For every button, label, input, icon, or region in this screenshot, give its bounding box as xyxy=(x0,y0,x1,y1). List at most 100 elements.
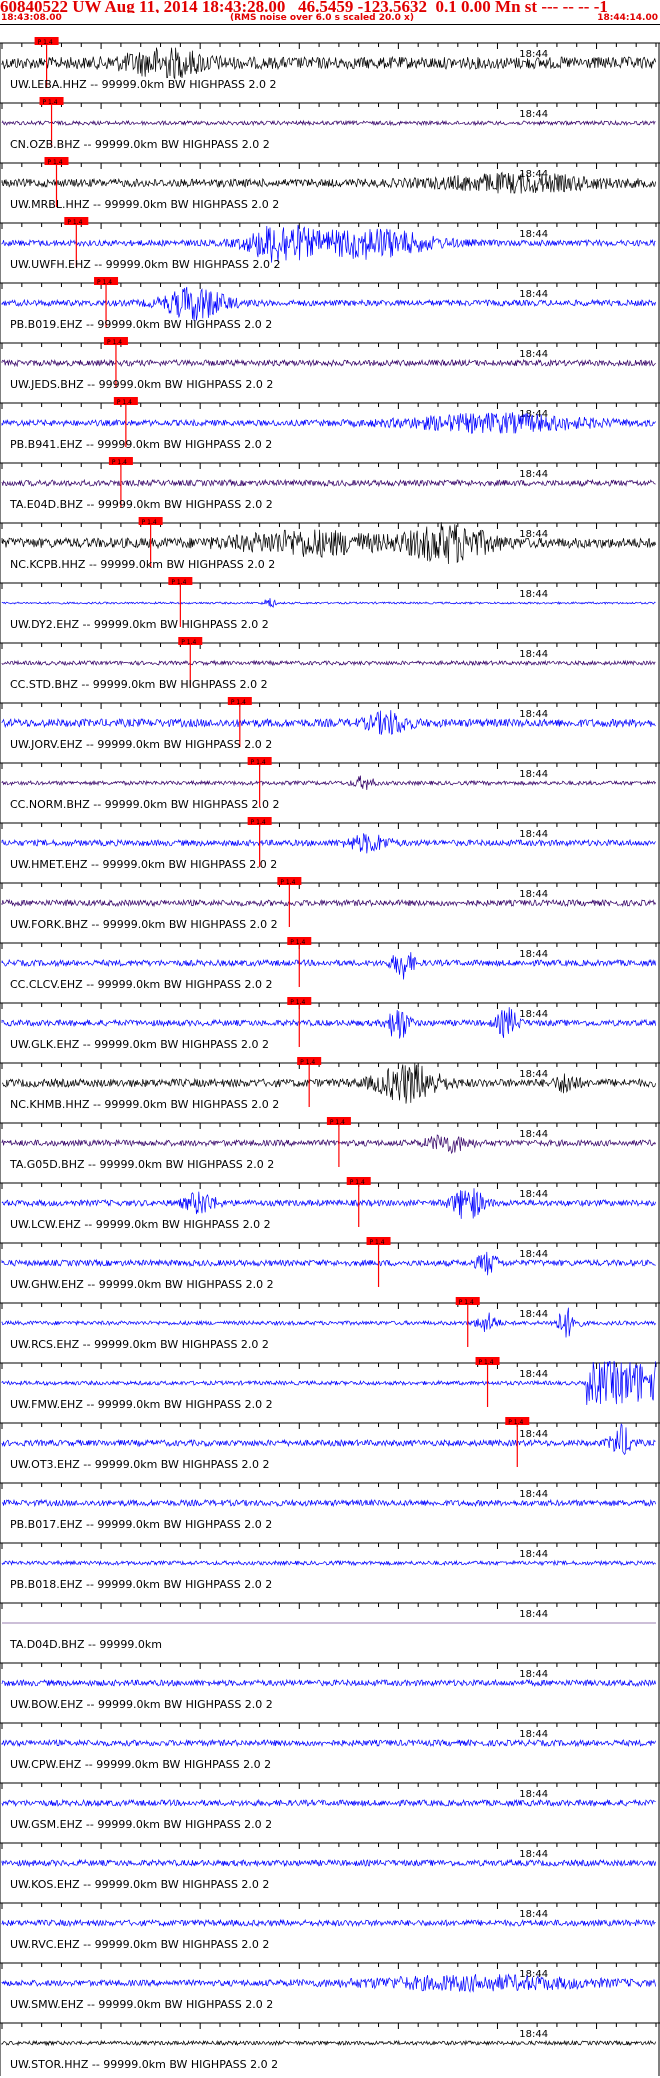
trace-row: 18:44 P 1.4 UW.UWFH.EHZ -- 99999.0km BW HI… xyxy=(0,217,660,283)
tick-label: 18:44 xyxy=(519,349,548,360)
station-label: UW.LCW.EHZ -- 99999.0km BW HIGHPASS 2.0 … xyxy=(10,1218,271,1231)
pick-label: P 1.4 xyxy=(479,1359,494,1366)
tick-label: 18:44 xyxy=(519,1729,548,1740)
tick-label: 18:44 xyxy=(519,1489,548,1500)
station-label: UW.STOR.HHZ -- 99999.0km BW HIGHPASS 2.0… xyxy=(10,2058,278,2071)
tick-label: 18:44 xyxy=(519,1309,548,1320)
tick-label: 18:44 xyxy=(519,949,548,960)
station-label: UW.RCS.EHZ -- 99999.0km BW HIGHPASS 2.0 … xyxy=(10,1338,269,1351)
tick-label: 18:44 xyxy=(519,1069,548,1080)
tick-label: 18:44 xyxy=(519,889,548,900)
pick-label: P 1.4 xyxy=(67,219,82,226)
station-label: UW.GSM.EHZ -- 99999.0km BW HIGHPASS 2.0 … xyxy=(10,1818,272,1831)
trace-row: 18:44 P 1.4 PB.B019.EHZ -- 99999.0km BW HI… xyxy=(0,277,660,343)
trace-row: 18:44 P 1.4 UW.JEDS.BHZ -- 99999.0km BW HI… xyxy=(0,337,660,403)
trace-row: 18:44 P 1.4 CC.NORM.BHZ -- 99999.0km BW HI… xyxy=(0,757,660,823)
tick-label: 18:44 xyxy=(519,469,548,480)
station-label: UW.JORV.EHZ -- 99999.0km BW HIGHPASS 2.0… xyxy=(10,738,272,751)
station-label: UW.CPW.EHZ -- 99999.0km BW HIGHPASS 2.0 … xyxy=(10,1758,271,1771)
trace-row: 18:44 P 1.4 UW.JORV.EHZ -- 99999.0km BW HI… xyxy=(0,697,660,763)
trace-row: 18:44 P 1.4 UW.LCW.EHZ -- 99999.0km BW HIG… xyxy=(0,1177,660,1243)
tick-label: 18:44 xyxy=(519,1909,548,1920)
pick-label: P 1.4 xyxy=(171,579,186,586)
trace-row: 18:44 UW.BOW.EHZ -- 99999.0km BW HIGHPASS… xyxy=(0,1662,660,1723)
tick-label: 18:44 xyxy=(519,1969,548,1980)
station-label: UW.MRBL.HHZ -- 99999.0km BW HIGHPASS 2.0… xyxy=(10,198,279,211)
tick-label: 18:44 xyxy=(519,1789,548,1800)
tick-label: 18:44 xyxy=(519,1609,548,1620)
pick-label: P 1.4 xyxy=(290,999,305,1006)
trace-row: 18:44 P 1.4 NC.KCPB.HHZ -- 99999.0km BW HI… xyxy=(0,517,660,583)
waveform-line xyxy=(1,1738,656,1748)
end-time: 18:44:14.00 xyxy=(597,13,658,23)
seismogram-panel: 18:44 P 1.4 UW.LEBA.HHZ -- 99999.0km BW HI… xyxy=(0,37,660,2076)
waveform-line xyxy=(1,1918,656,1928)
trace-row: 18:44P 1.4PB.B941.EHZ -- 99999.0km BW HI… xyxy=(0,397,660,463)
waveform-line xyxy=(1,1678,656,1688)
station-label: UW.LEBA.HHZ -- 99999.0km BW HIGHPASS 2.0… xyxy=(10,78,276,91)
station-label: UW.FORK.BHZ -- 99999.0km BW HIGHPASS 2.0… xyxy=(10,918,278,931)
station-label: CC.NORM.BHZ -- 99999.0km BW HIGHPASS 2.0… xyxy=(10,798,279,811)
trace-row: 18:44 PB.B017.EHZ -- 99999.0km BW HIGHPAS… xyxy=(0,1482,660,1543)
station-label: UW.GLK.EHZ -- 99999.0km BW HIGHPASS 2.0 … xyxy=(10,1038,269,1051)
trace-row: 18:44 P 1.4 UW.GHW.EHZ -- 99999.0km BW HIG… xyxy=(0,1237,660,1303)
pick-label: P 1.4 xyxy=(142,519,157,526)
tick-label: 18:44 xyxy=(519,1549,548,1560)
trace-row: 18:44 P 1.4 CN.OZB.BHZ -- 99999.0km BW HIG… xyxy=(0,97,660,163)
waveform-line xyxy=(1,412,656,434)
station-label: UW.FMW.EHZ -- 99999.0km BW HIGHPASS 2.0 … xyxy=(10,1398,273,1411)
pick-label: P 1.4 xyxy=(107,339,122,346)
station-label: UW.OT3.EHZ -- 99999.0km BW HIGHPASS 2.0 … xyxy=(10,1458,270,1471)
station-label: PB.B019.EHZ -- 99999.0km BW HIGHPASS 2.0… xyxy=(10,318,272,331)
station-label: PB.B941.EHZ -- 99999.0km BW HIGHPASS 2.0… xyxy=(10,438,272,451)
tick-label: 18:44 xyxy=(519,49,548,60)
station-label: UW.RVC.EHZ -- 99999.0km BW HIGHPASS 2.0 … xyxy=(10,1938,269,1951)
trace-row: 18:44 P 1.4 CC.STD.BHZ -- 99999.0km BW HIG… xyxy=(0,637,660,703)
trace-row: 18:44 P 1.4 UW.OT3.EHZ -- 99999.0km BW HIG… xyxy=(0,1417,660,1483)
trace-row: 18:44 PB.B018.EHZ -- 99999.0km BW HIGHPAS… xyxy=(0,1542,660,1603)
trace-row: 18:44 P 1.4 UW.DY2.EHZ -- 99999.0km BW HIG… xyxy=(0,577,660,643)
waveform-line xyxy=(1,1559,656,1567)
tick-label: 18:44 xyxy=(519,1669,548,1680)
station-label: NC.KCPB.HHZ -- 99999.0km BW HIGHPASS 2.0… xyxy=(10,558,275,571)
station-label: UW.HMET.EHZ -- 99999.0km BW HIGHPASS 2.0… xyxy=(10,858,277,871)
station-label: UW.DY2.EHZ -- 99999.0km BW HIGHPASS 2.0 … xyxy=(10,618,269,631)
waveform-line xyxy=(1,1973,656,1993)
trace-row: 18:44 P 1.4 UW.GLK.EHZ -- 99999.0km BW HIG… xyxy=(0,997,660,1063)
station-label: CC.CLCV.EHZ -- 99999.0km BW HIGHPASS 2.0… xyxy=(10,978,272,991)
tick-label: 18:44 xyxy=(519,1009,548,1020)
waveform-line xyxy=(1,2039,656,2047)
station-label: PB.B017.EHZ -- 99999.0km BW HIGHPASS 2.0… xyxy=(10,1518,272,1531)
pick-label: P 1.4 xyxy=(117,399,132,406)
tick-label: 18:44 xyxy=(519,2029,548,2040)
tick-label: 18:44 xyxy=(519,1249,548,1260)
pick-label: P 1.4 xyxy=(48,159,63,166)
station-label: CC.STD.BHZ -- 99999.0km BW HIGHPASS 2.0 … xyxy=(10,678,268,691)
pick-label: P 1.4 xyxy=(251,759,266,766)
waveform-line xyxy=(1,286,656,321)
waveform-line xyxy=(1,1307,656,1338)
station-label: UW.JEDS.BHZ -- 99999.0km BW HIGHPASS 2.0… xyxy=(10,378,273,391)
trace-row: 18:44 P 1.4 NC.KHMB.HHZ -- 99999.0km BW HI… xyxy=(0,1057,660,1123)
pick-label: P 1.4 xyxy=(231,699,246,706)
waveform-line xyxy=(1,775,656,791)
trace-row: 18:44 UW.GSM.EHZ -- 99999.0km BW HIGHPASS… xyxy=(0,1782,660,1843)
waveform-line xyxy=(1,1858,656,1868)
station-label: UW.GHW.EHZ -- 99999.0km BW HIGHPASS 2.0 … xyxy=(10,1278,274,1291)
pick-label: P 1.4 xyxy=(290,939,305,946)
tick-label: 18:44 xyxy=(519,229,548,240)
waveform-line xyxy=(1,1798,656,1808)
waveform-line xyxy=(1,47,656,80)
tick-label: 18:44 xyxy=(519,109,548,120)
waveform-line xyxy=(1,358,656,368)
pick-label: P 1.4 xyxy=(38,39,53,46)
waveform-line xyxy=(1,478,656,488)
pick-label: P 1.4 xyxy=(43,99,58,106)
pick-label: P 1.4 xyxy=(300,1059,315,1066)
station-label: UW.KOS.EHZ -- 99999.0km BW HIGHPASS 2.0 … xyxy=(10,1878,269,1891)
station-label: NC.KHMB.HHZ -- 99999.0km BW HIGHPASS 2.0… xyxy=(10,1098,279,1111)
waveform-line xyxy=(1,952,656,980)
tick-label: 18:44 xyxy=(519,769,548,780)
trace-row: 18:44 P 1.4 UW.FORK.BHZ -- 99999.0km BW HI… xyxy=(0,877,660,943)
station-label: PB.B018.EHZ -- 99999.0km BW HIGHPASS 2.0… xyxy=(10,1578,272,1591)
